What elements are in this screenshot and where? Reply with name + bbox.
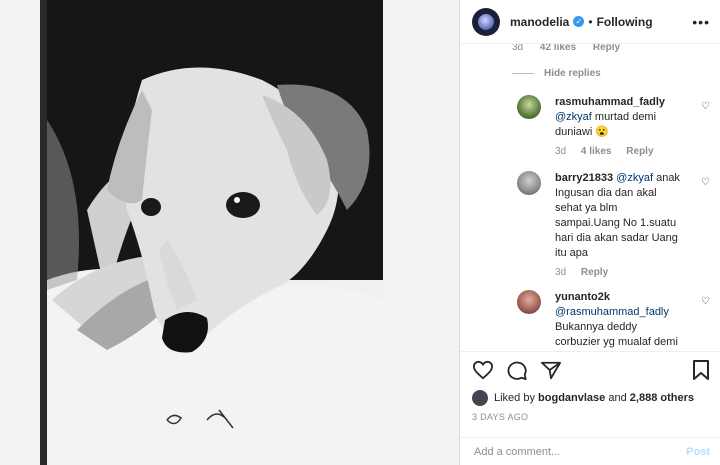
following-button[interactable]: Following xyxy=(597,15,653,29)
commenter-username[interactable]: barry21833 xyxy=(555,172,613,184)
like-heart-icon[interactable] xyxy=(472,360,494,380)
comment-text: barry21833 @zkyaf anak Ingusan dia dan a… xyxy=(555,171,685,261)
commenter-avatar[interactable] xyxy=(517,95,541,119)
instagram-post: manodelia ✓ • Following ••• 3d 42 likes … xyxy=(0,0,720,465)
wall-left xyxy=(0,0,40,465)
verified-badge-icon: ✓ xyxy=(573,16,585,27)
comment-time: 3d xyxy=(512,44,524,53)
post-comment-button[interactable]: Post xyxy=(686,446,710,458)
comment-likes[interactable]: 42 likes xyxy=(540,44,576,53)
comments-list[interactable]: 3d 42 likes Reply Hide replies rasmuhamm… xyxy=(460,44,720,351)
comment-time: 3d xyxy=(555,146,567,157)
hide-replies-line xyxy=(512,73,534,74)
reply-button[interactable]: Reply xyxy=(626,146,653,157)
avatar-image xyxy=(478,13,494,30)
comment-item: rasmuhammad_fadly @zkyaf murtad demi dun… xyxy=(517,95,710,157)
add-comment-bar: Post xyxy=(460,437,720,465)
hide-replies-label[interactable]: Hide replies xyxy=(544,68,601,79)
previous-comment-meta: 3d 42 likes Reply xyxy=(512,44,710,54)
comment-time: 3d xyxy=(555,267,567,278)
post-timestamp[interactable]: 3 DAYS AGO xyxy=(460,408,720,422)
dog-drawing-artwork xyxy=(47,0,383,465)
comment-item: barry21833 @zkyaf anak Ingusan dia dan a… xyxy=(517,171,710,278)
comment-mention[interactable]: @zkyaf xyxy=(555,111,592,123)
post-header: manodelia ✓ • Following ••• xyxy=(460,0,720,44)
liked-by-prefix: Liked by xyxy=(494,392,535,404)
likes-count[interactable]: 2,888 others xyxy=(630,392,694,404)
comment-likes[interactable]: 4 likes xyxy=(581,146,612,157)
like-comment-icon[interactable]: ♡ xyxy=(701,296,710,350)
wall-right xyxy=(383,0,459,465)
more-options-icon[interactable]: ••• xyxy=(692,14,710,30)
liker-username[interactable]: bogdanvlase xyxy=(538,392,605,404)
comment-mention[interactable]: @rasmuhammad_fadly xyxy=(555,306,669,318)
like-comment-icon[interactable]: ♡ xyxy=(701,101,710,157)
comment-text: yunanto2k @rasmuhammad_fadly Bukannya de… xyxy=(555,290,685,350)
comment-body: Bukannya deddy corbuzier yg mualaf demi xyxy=(555,321,678,348)
commenter-username[interactable]: yunanto2k xyxy=(555,291,610,303)
comment-meta: 3d Reply xyxy=(555,267,685,278)
post-actions xyxy=(460,351,720,388)
author-username[interactable]: manodelia xyxy=(510,15,569,29)
comment-item: yunanto2k @rasmuhammad_fadly Bukannya de… xyxy=(517,290,710,350)
comment-mention[interactable]: @zkyaf xyxy=(616,172,653,184)
author-avatar[interactable] xyxy=(472,7,500,36)
likes-summary: Liked by bogdanvlase and 2,888 others xyxy=(460,388,720,408)
hide-replies-toggle[interactable]: Hide replies xyxy=(512,68,710,79)
post-image[interactable] xyxy=(0,0,459,465)
commenter-username[interactable]: rasmuhammad_fadly xyxy=(555,96,665,108)
add-comment-input[interactable] xyxy=(472,444,687,459)
comment-emoji: 😮 xyxy=(595,126,610,138)
share-direct-icon[interactable] xyxy=(540,360,562,380)
like-comment-icon[interactable]: ♡ xyxy=(701,177,710,278)
comment-text: rasmuhammad_fadly @zkyaf murtad demi dun… xyxy=(555,95,685,140)
comment-bubble-icon[interactable] xyxy=(506,360,528,380)
reply-button[interactable]: Reply xyxy=(581,267,608,278)
reply-button[interactable]: Reply xyxy=(593,44,620,53)
comment-meta: 3d 4 likes Reply xyxy=(555,146,685,157)
header-separator: • xyxy=(588,14,593,29)
commenter-avatar[interactable] xyxy=(517,171,541,195)
commenter-avatar[interactable] xyxy=(517,290,541,314)
liker-avatar[interactable] xyxy=(472,390,488,406)
post-side-panel: manodelia ✓ • Following ••• 3d 42 likes … xyxy=(460,0,720,465)
comment-body: anak Ingusan dia dan akal sehat ya blm s… xyxy=(555,172,680,259)
likes-and: and xyxy=(608,392,627,404)
save-bookmark-icon[interactable] xyxy=(692,359,710,381)
